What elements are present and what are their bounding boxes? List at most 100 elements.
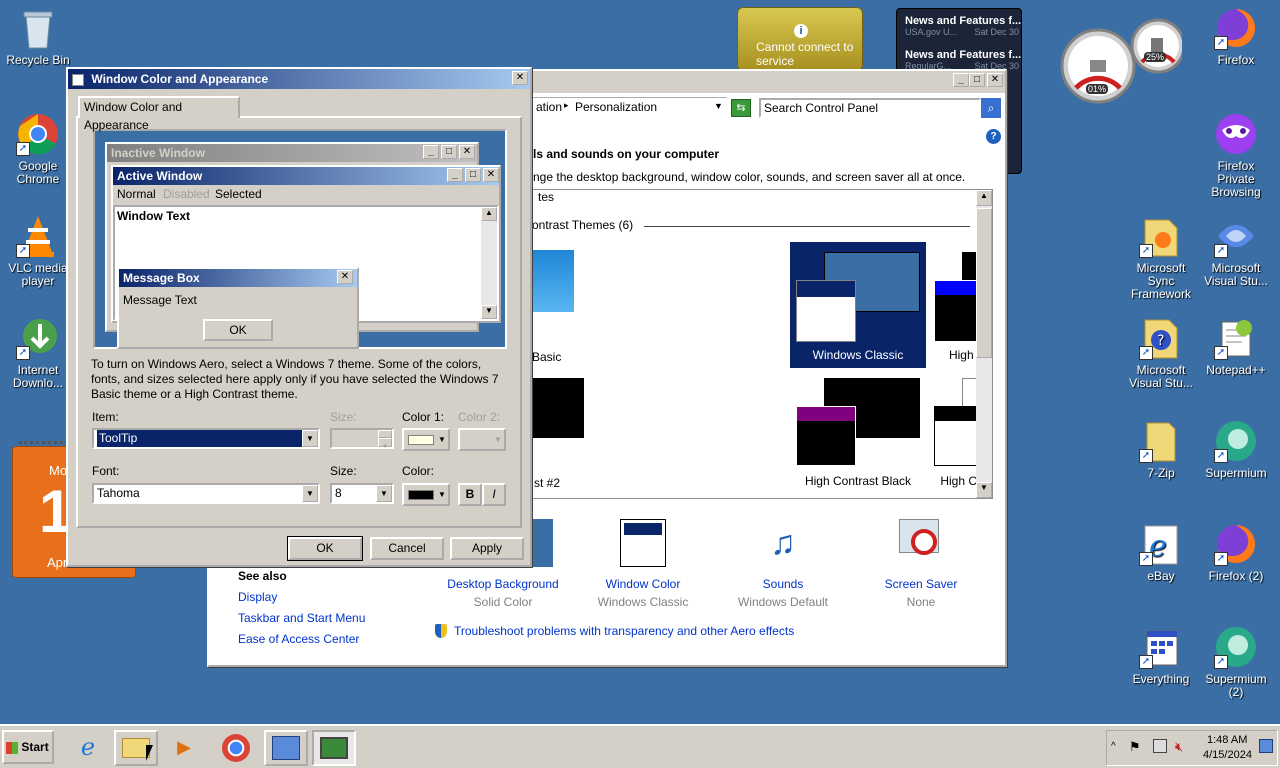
theme-high-contrast-black[interactable]: High Contrast Black — [790, 378, 926, 498]
desktop-icon-firefox[interactable]: ➚ Firefox — [1198, 6, 1274, 67]
breadcrumb-item[interactable]: ation — [536, 100, 562, 114]
close-button[interactable]: ✕ — [987, 73, 1003, 87]
sounds-item[interactable]: ♫ Sounds Windows Default — [725, 519, 841, 609]
italic-button[interactable]: I — [482, 483, 506, 506]
window-color-dialog[interactable]: Window Color and Appearance ✕ Window Col… — [66, 67, 532, 567]
font-color-picker[interactable]: ▼ — [402, 483, 450, 506]
breadcrumb-item[interactable]: Personalization — [575, 100, 657, 114]
chevron-down-icon[interactable]: ▼ — [376, 485, 392, 502]
desktop-icon-label: Everything — [1132, 672, 1190, 686]
see-also-display-link[interactable]: Display — [238, 590, 277, 604]
cancel-button[interactable]: Cancel — [370, 537, 444, 560]
desktop-icon-supermium-2[interactable]: ➚ Supermium (2) — [1198, 625, 1274, 699]
desktop-icon-label: Firefox (2) — [1208, 569, 1264, 583]
desktop-icon-idm[interactable]: ➚ Internet Downlo... — [0, 316, 76, 390]
taskbar-control-panel-button[interactable] — [264, 730, 308, 766]
item-label: Screen Saver — [884, 577, 958, 591]
desktop-icon-chrome[interactable]: ➚ Google Chrome — [0, 112, 76, 186]
desktop-icon-firefox-2[interactable]: ➚ Firefox (2) — [1198, 522, 1274, 583]
taskbar-display-settings-button[interactable] — [312, 730, 356, 766]
close-button[interactable]: ✕ — [512, 71, 528, 85]
see-also-ease-of-access-link[interactable]: Ease of Access Center — [238, 632, 359, 646]
bold-button[interactable]: B — [458, 483, 482, 506]
tab-window-color[interactable]: Window Color and Appearance — [78, 96, 240, 132]
notepadpp-icon: ➚ — [1214, 316, 1258, 360]
network-icon[interactable] — [1153, 739, 1167, 753]
taskbar-ie-button[interactable]: e — [66, 730, 110, 766]
item-size-stepper: ▲ ▼ — [330, 428, 394, 450]
everything-icon: ➚ — [1139, 625, 1183, 669]
desktop-icon-sync-framework[interactable]: ➚ Microsoft Sync Framework — [1123, 214, 1199, 301]
search-input[interactable]: Search Control Panel — [759, 98, 981, 118]
ok-label: OK — [316, 541, 334, 555]
font-select[interactable]: Tahoma ▼ — [92, 483, 320, 504]
close-icon: ✕ — [483, 168, 499, 182]
desktop-icon-label: VLC media player — [8, 261, 68, 288]
screen-saver-item[interactable]: Screen Saver None — [863, 519, 979, 609]
start-button[interactable]: Start — [2, 730, 54, 764]
theme-basic[interactable]: Basic — [532, 250, 580, 370]
maximize-button[interactable]: □ — [969, 73, 985, 87]
active-window-titlebar: Active Window _ □ ✕ — [113, 167, 499, 185]
search-icon[interactable]: ⌕ — [981, 98, 1001, 118]
desktop-icon-label: Notepad++ — [1206, 363, 1266, 377]
clock-date[interactable]: 4/15/2024 — [1203, 749, 1252, 761]
folder-icon: ➚ — [1139, 214, 1183, 258]
desktop-icon-visual-studio[interactable]: ➚ Microsoft Visual Stu... — [1198, 214, 1274, 288]
desktop-icon-label: Recycle Bin — [6, 53, 70, 67]
item-label: Desktop Background — [447, 577, 559, 591]
news-item[interactable]: News and Features f... RegularG... Sat D… — [905, 49, 1021, 71]
apply-button[interactable]: Apply — [450, 537, 524, 560]
info-text: To turn on Windows Aero, select a Window… — [91, 357, 499, 401]
desktop-icon-everything[interactable]: ➚ Everything — [1123, 625, 1199, 686]
see-also-taskbar-link[interactable]: Taskbar and Start Menu — [238, 611, 365, 625]
volume-muted-icon[interactable]: 🔇︎ — [1175, 739, 1183, 755]
desktop-icon-ebay[interactable]: e ➚ eBay — [1123, 522, 1199, 583]
theme-preview — [532, 250, 574, 312]
cpu-meter-gadget[interactable]: 01% 25% — [1056, 8, 1186, 104]
taskbar-chrome-button[interactable] — [214, 730, 258, 766]
item-select[interactable]: ToolTip ▼ — [92, 428, 320, 449]
tray-expand-icon[interactable]: ^ — [1111, 741, 1116, 752]
spin-down-icon: ▼ — [378, 438, 392, 450]
show-desktop-icon[interactable] — [1259, 739, 1273, 753]
desktop-icon-notepadpp[interactable]: ➚ Notepad++ — [1198, 316, 1274, 377]
desktop-icon-visual-studio-help[interactable]: ? ➚ Microsoft Visual Stu... — [1123, 316, 1199, 390]
desktop-icon-label: Internet Downlo... — [12, 363, 64, 390]
theme-windows-classic[interactable]: Windows Classic — [790, 242, 926, 368]
desktop-icon-recycle-bin[interactable]: Recycle Bin — [0, 6, 76, 67]
theme-list[interactable]: tes ontrast Themes (6) Basic Windows Cla… — [531, 189, 993, 499]
window-color-item[interactable]: Window Color Windows Classic — [585, 519, 701, 609]
taskbar-media-player-button[interactable]: ▶ — [162, 730, 206, 766]
chevron-down-icon[interactable]: ▼ — [302, 485, 318, 502]
scrollbar[interactable]: ▲ ▼ — [976, 190, 992, 498]
active-window-title: Active Window — [117, 169, 203, 183]
recycle-bin-icon — [16, 6, 60, 50]
theme-high-contrast-2[interactable]: st #2 — [532, 378, 592, 498]
item-sub: None — [906, 595, 936, 609]
dialog-titlebar[interactable]: Window Color and Appearance ✕ — [68, 69, 530, 89]
desktop-icon-vlc[interactable]: ➚ VLC media player — [0, 214, 76, 288]
troubleshoot-link[interactable]: Troubleshoot problems with transparency … — [454, 624, 794, 638]
page-heading: ls and sounds on your computer — [533, 147, 720, 161]
news-item[interactable]: News and Features f... USA.gov U... Sat … — [905, 15, 1021, 37]
desktop-icon-7zip[interactable]: ➚ 7-Zip — [1123, 419, 1199, 480]
theme-label: Windows Classic — [812, 348, 904, 362]
color1-picker[interactable]: ▼ — [402, 428, 450, 451]
calendar-month: Mo — [49, 463, 68, 478]
help-icon[interactable]: ? — [986, 129, 1001, 144]
scrollbar-thumb[interactable] — [976, 208, 992, 358]
refresh-button[interactable]: ⇆ — [731, 99, 751, 117]
action-center-flag-icon[interactable]: ⚑ — [1129, 739, 1141, 755]
clock-time[interactable]: 1:48 AM — [1207, 734, 1247, 746]
ok-button[interactable]: OK — [287, 536, 363, 561]
weather-gadget[interactable]: i Cannot connect to service — [737, 7, 863, 71]
chevron-down-icon[interactable]: ▼ — [714, 101, 723, 111]
desktop-icon-firefox-private[interactable]: Firefox Private Browsing — [1198, 112, 1274, 199]
chevron-down-icon[interactable]: ▼ — [302, 430, 318, 447]
minimize-button[interactable]: _ — [953, 73, 969, 87]
message-box-titlebar: Message Box ✕ — [119, 269, 357, 287]
font-size-select[interactable]: 8 ▼ — [330, 483, 394, 504]
desktop-icon-supermium[interactable]: ➚ Supermium — [1198, 419, 1274, 480]
font-color-label: Color: — [402, 464, 435, 478]
